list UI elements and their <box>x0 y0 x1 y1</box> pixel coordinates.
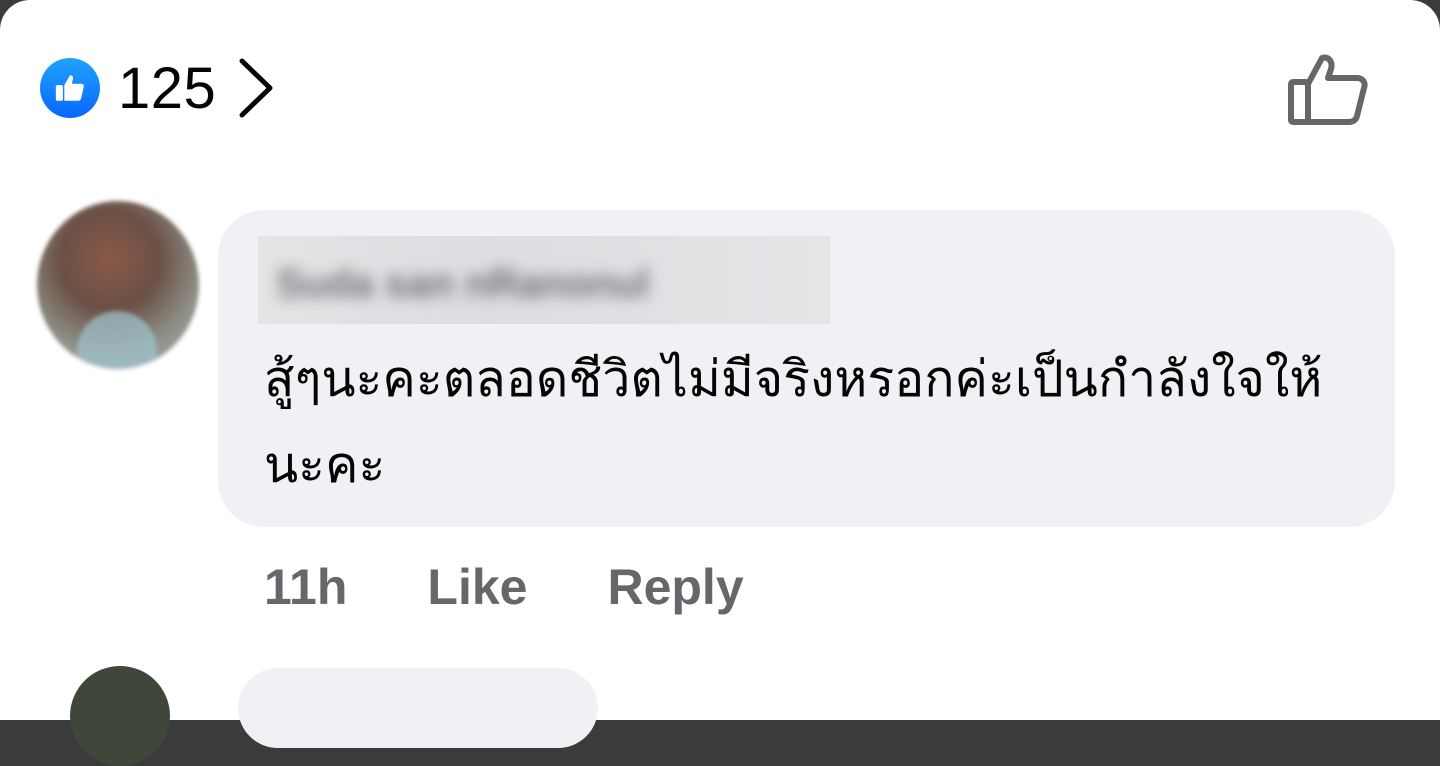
chevron-right-icon[interactable] <box>238 57 274 119</box>
next-comment-avatar[interactable] <box>70 666 170 766</box>
reaction-count: 125 <box>118 55 217 121</box>
comment-text: สู้ๆนะคะตลอดชีวิตไม่มีจริงหรอกค่ะเป็นกำล… <box>264 350 1323 494</box>
comment-timestamp[interactable]: 11h <box>264 558 347 616</box>
thumbs-up-icon <box>40 58 100 118</box>
like-button[interactable]: Like <box>427 558 527 616</box>
reply-button[interactable]: Reply <box>607 558 743 616</box>
comment-actions: 11h Like Reply <box>264 556 744 618</box>
avatar[interactable] <box>37 201 199 369</box>
comment-author-name[interactable]: Suda san nRanonul <box>258 236 830 324</box>
reaction-summary[interactable]: 125 <box>40 54 274 122</box>
author-name-text: Suda san nRanonul <box>276 262 650 306</box>
next-comment-bubble <box>238 668 598 748</box>
thumbs-up-outline-icon[interactable] <box>1286 50 1370 130</box>
